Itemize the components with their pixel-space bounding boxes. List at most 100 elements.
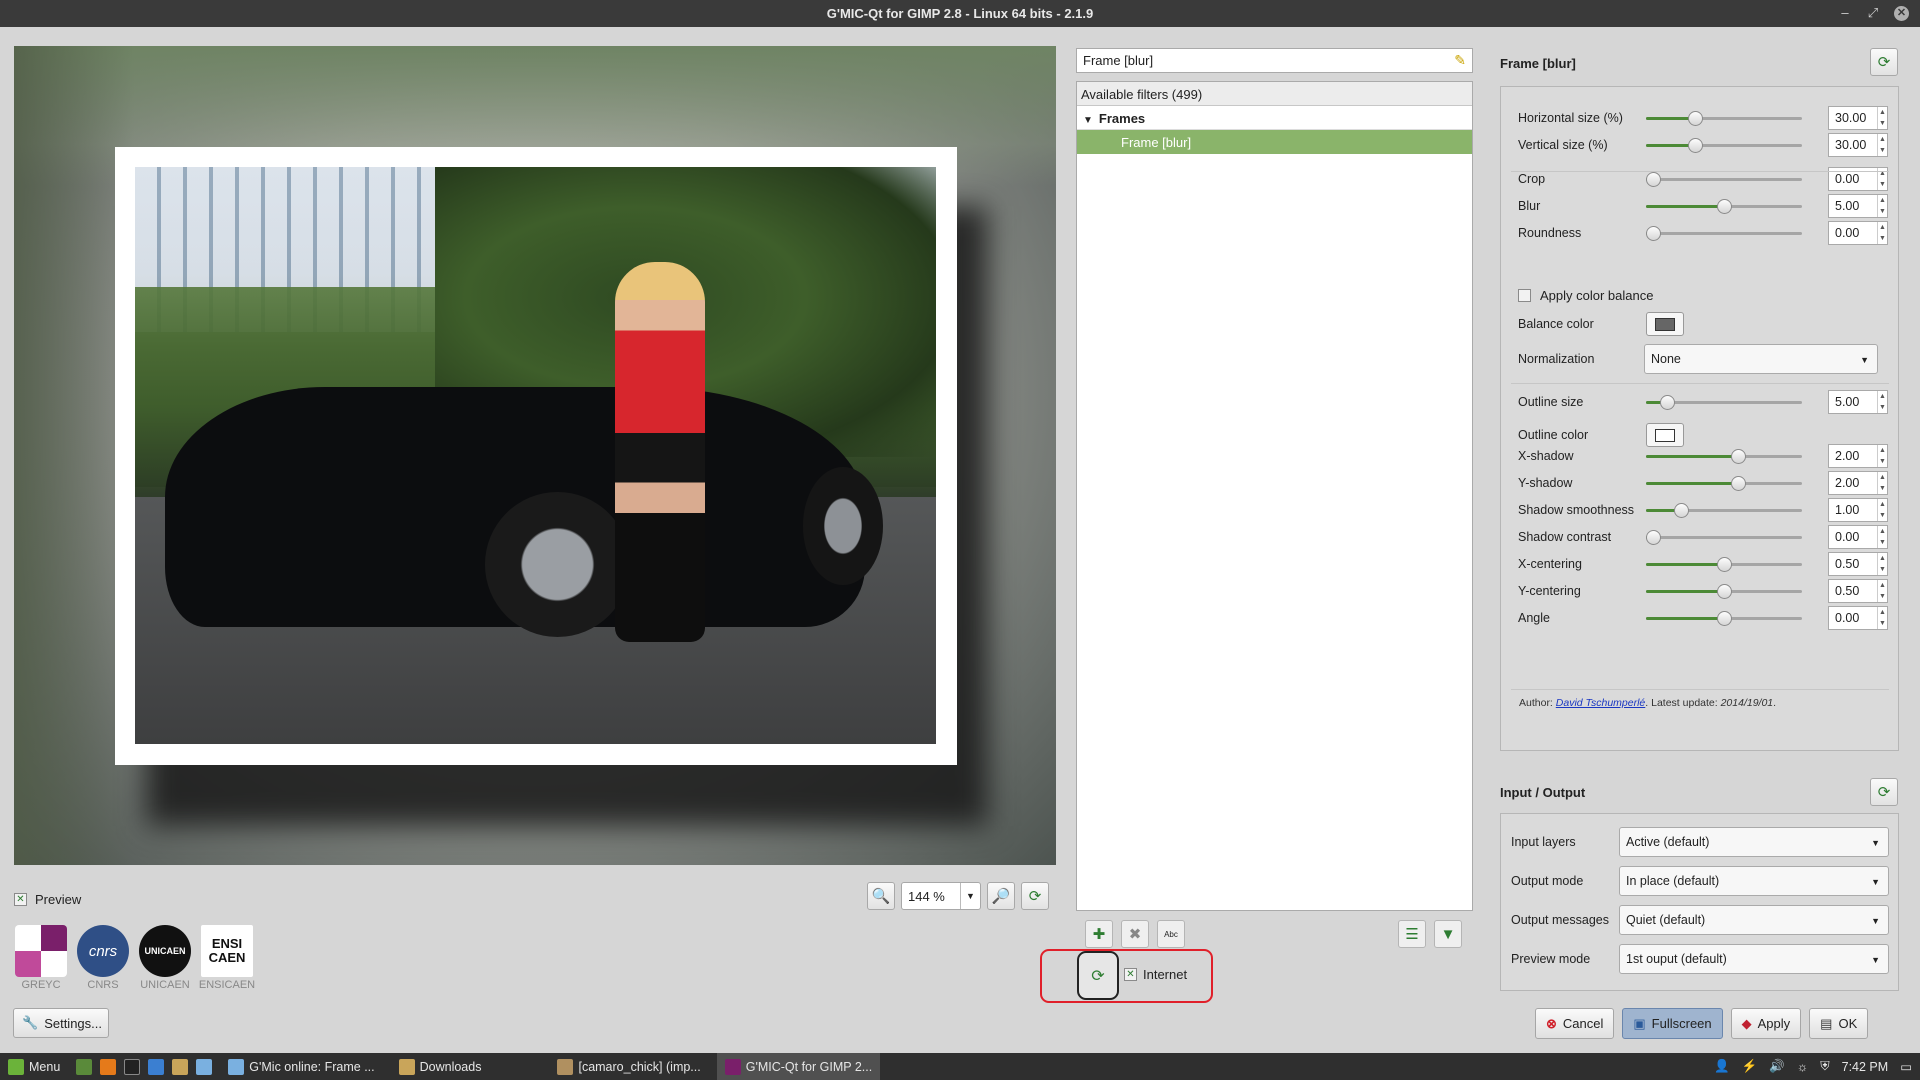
add-favorite-button[interactable]: ✚ [1085,920,1113,948]
output-messages-select[interactable]: Quiet (default) ▼ [1619,905,1889,935]
slider-handle[interactable] [1646,172,1661,187]
show-desktop-icon[interactable] [76,1058,93,1075]
task-gmic-qt[interactable]: G'MIC-Qt for GIMP 2... [716,1053,881,1080]
settings-button[interactable]: 🔧 Settings... [13,1008,109,1038]
update-filters-button[interactable]: ⟳ [1077,951,1119,1000]
rename-favorite-button[interactable]: Abc [1157,920,1185,948]
preview-mode-select[interactable]: 1st ouput (default) ▼ [1619,944,1889,974]
angle-slider[interactable] [1646,610,1802,626]
slider-handle[interactable] [1646,530,1661,545]
spin-arrows-icon[interactable]: ▲ ▼ [1877,499,1887,521]
network-icon[interactable]: ⚡ [1742,1059,1758,1074]
y-centering-slider[interactable] [1646,583,1802,599]
cancel-button[interactable]: ⊗ Cancel [1535,1008,1615,1039]
spin-arrows-icon[interactable]: ▲ ▼ [1877,107,1887,129]
preview-canvas[interactable] [14,46,1056,865]
zoom-in-button[interactable]: 🔎 [987,882,1015,910]
spin-arrows-icon[interactable]: ▲ ▼ [1877,445,1887,467]
normalization-select[interactable]: None ▼ [1644,344,1878,374]
slider-handle[interactable] [1716,611,1732,626]
horizontal-size-slider[interactable] [1646,110,1802,126]
slider-handle[interactable] [1688,138,1704,153]
blur-slider[interactable] [1646,198,1802,214]
filter-item-frame-blur[interactable]: Frame [blur] [1077,130,1472,154]
maximize-button[interactable]: ⤢ [1864,4,1882,22]
roundness-slider[interactable] [1646,225,1802,241]
slider-handle[interactable] [1674,503,1690,518]
apply-button[interactable]: ◆ Apply [1730,1008,1802,1039]
x-centering-slider[interactable] [1646,556,1802,572]
roundness-spinbox[interactable]: 0.00 ▲ ▼ [1828,221,1888,245]
expand-arrow-icon[interactable]: ▼ [1083,115,1093,126]
balance-color-swatch[interactable] [1646,312,1684,336]
y-shadow-spinbox[interactable]: 2.00 ▲ ▼ [1828,471,1888,495]
task-gimp-image[interactable]: [camaro_chick] (imp... [549,1053,708,1080]
horizontal-size-spinbox[interactable]: 30.00 ▲ ▼ [1828,106,1888,130]
expand-all-button[interactable]: ▼ [1434,920,1462,948]
slider-handle[interactable] [1716,584,1732,599]
browser-icon[interactable] [196,1058,213,1075]
clock[interactable]: 7:42 PM [1842,1060,1889,1074]
start-menu-button[interactable]: Menu [0,1053,68,1080]
volume-icon[interactable]: 🔊 [1769,1059,1785,1074]
terminal-icon[interactable] [124,1058,141,1075]
spin-arrows-icon[interactable]: ▲ ▼ [1877,391,1887,413]
shadow-smoothness-spinbox[interactable]: 1.00 ▲ ▼ [1828,498,1888,522]
author-link[interactable]: David Tschumperlé [1556,697,1646,709]
brightness-icon[interactable]: ☼ [1797,1060,1808,1074]
display-icon[interactable]: ▭ [1900,1059,1912,1074]
internet-toggle[interactable]: ✕ Internet [1124,967,1187,982]
spin-arrows-icon[interactable]: ▲ ▼ [1877,526,1887,548]
filter-category-frames[interactable]: ▼ Frames [1077,106,1472,130]
close-button[interactable]: ✕ [1894,6,1909,21]
folder-icon[interactable] [172,1058,189,1075]
spin-arrows-icon[interactable]: ▲ ▼ [1877,195,1887,217]
shield-icon[interactable]: ⛨ [1820,1059,1829,1074]
spin-arrows-icon[interactable]: ▲ ▼ [1877,134,1887,156]
zoom-out-button[interactable]: 🔍 [867,882,895,910]
x-shadow-spinbox[interactable]: 2.00 ▲ ▼ [1828,444,1888,468]
fullscreen-button[interactable]: ▣ Fullscreen [1622,1008,1723,1039]
spin-arrows-icon[interactable]: ▲ ▼ [1877,580,1887,602]
shadow-smoothness-slider[interactable] [1646,502,1802,518]
toggle-visibility-button[interactable]: ☰ [1398,920,1426,948]
preview-checkbox[interactable]: ✕ [14,893,27,906]
apply-color-balance-checkbox[interactable]: ✕ [1518,288,1531,302]
angle-spinbox[interactable]: 0.00 ▲ ▼ [1828,606,1888,630]
minimize-button[interactable]: – [1836,4,1854,22]
zoom-select[interactable]: 144 % ▼ [901,882,981,910]
x-centering-spinbox[interactable]: 0.50 ▲ ▼ [1828,552,1888,576]
blur-spinbox[interactable]: 5.00 ▲ ▼ [1828,194,1888,218]
slider-handle[interactable] [1688,111,1704,126]
output-mode-select[interactable]: In place (default) ▼ [1619,866,1889,896]
clear-search-icon[interactable]: ✎ [1454,52,1466,69]
outline-size-spinbox[interactable]: 5.00 ▲ ▼ [1828,390,1888,414]
y-centering-spinbox[interactable]: 0.50 ▲ ▼ [1828,579,1888,603]
refresh-preview-button[interactable]: ⟳ [1021,882,1049,910]
slider-handle[interactable] [1730,449,1746,464]
y-shadow-slider[interactable] [1646,475,1802,491]
vertical-size-spinbox[interactable]: 30.00 ▲ ▼ [1828,133,1888,157]
vertical-size-slider[interactable] [1646,137,1802,153]
task-downloads[interactable]: Downloads [391,1053,490,1080]
slider-handle[interactable] [1716,557,1732,572]
spin-arrows-icon[interactable]: ▲ ▼ [1877,222,1887,244]
preview-toggle[interactable]: ✕ Preview [14,892,81,907]
reset-params-button[interactable]: ⟳ [1870,48,1898,76]
reset-io-button[interactable]: ⟳ [1870,778,1898,806]
spin-arrows-icon[interactable]: ▲ ▼ [1877,553,1887,575]
slider-handle[interactable] [1646,226,1661,241]
task-gmic-online[interactable]: G'Mic online: Frame ... [220,1053,382,1080]
shadow-contrast-slider[interactable] [1646,529,1802,545]
outline-size-slider[interactable] [1646,394,1802,410]
ok-button[interactable]: ▤ OK [1809,1008,1869,1039]
spin-arrows-icon[interactable]: ▲ ▼ [1877,607,1887,629]
slider-handle[interactable] [1730,476,1746,491]
shadow-contrast-spinbox[interactable]: 0.00 ▲ ▼ [1828,525,1888,549]
crop-slider[interactable] [1646,171,1802,187]
slider-handle[interactable] [1716,199,1732,214]
filter-search-input[interactable]: Frame [blur] ✎ [1076,48,1473,73]
slider-handle[interactable] [1660,395,1676,410]
apply-color-balance-toggle[interactable]: ✕ Apply color balance [1518,283,1894,307]
user-icon[interactable]: 👤 [1714,1059,1730,1074]
